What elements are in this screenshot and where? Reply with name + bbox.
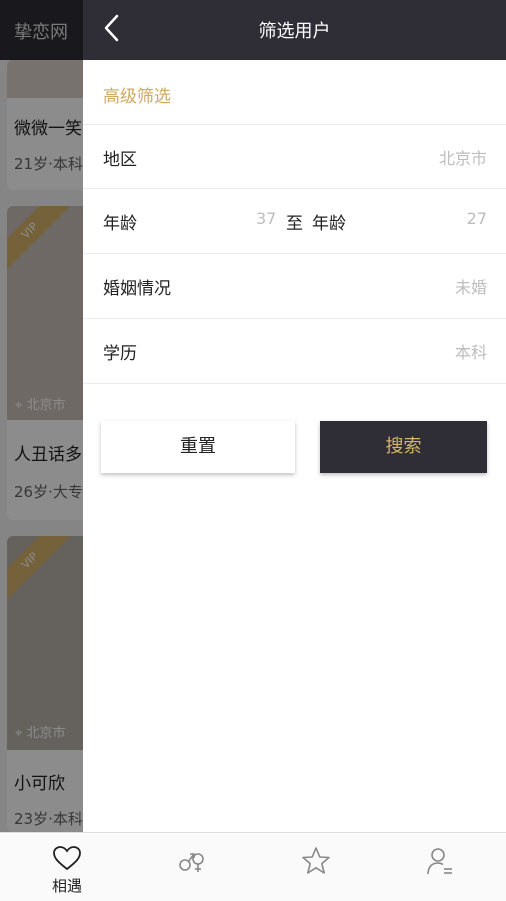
- section-title: 高级筛选: [103, 87, 171, 107]
- region-value[interactable]: 北京市: [439, 145, 487, 169]
- education-row[interactable]: 学历 本科: [83, 318, 506, 384]
- education-value[interactable]: 本科: [455, 339, 487, 363]
- tab-favorites[interactable]: [252, 833, 378, 901]
- age-min-value[interactable]: 37: [256, 209, 276, 228]
- page-title: 筛选用户: [258, 21, 331, 42]
- gender-match-icon: [179, 853, 204, 872]
- reset-button[interactable]: 重置: [101, 421, 295, 473]
- tab-match[interactable]: [128, 833, 254, 901]
- heart-icon: [53, 846, 81, 871]
- age-max-value[interactable]: 27: [467, 209, 487, 228]
- region-label: 地区: [103, 150, 137, 170]
- star-icon: [302, 847, 330, 874]
- marital-label: 婚姻情况: [103, 279, 171, 299]
- search-button[interactable]: 搜索: [320, 421, 487, 473]
- region-row[interactable]: 地区 北京市: [83, 124, 506, 189]
- marital-row[interactable]: 婚姻情况 未婚: [83, 253, 506, 318]
- drawer-header: 筛选用户: [83, 0, 506, 60]
- bottom-tab-bar: 相遇: [0, 832, 506, 901]
- age-label-2: 年龄: [312, 214, 346, 234]
- user-icon: [427, 848, 452, 875]
- tab-label: 相遇: [51, 877, 82, 895]
- marital-value[interactable]: 未婚: [455, 274, 487, 298]
- tab-profile[interactable]: [376, 833, 502, 901]
- age-label: 年龄: [103, 214, 137, 234]
- education-label: 学历: [103, 344, 137, 364]
- tab-meet[interactable]: 相遇: [4, 833, 130, 901]
- age-row: 年龄 37 至 年龄 27: [83, 188, 506, 253]
- filter-drawer: 筛选用户 高级筛选 地区 北京市 年龄 37 至 年龄 27 婚姻情况 未婚 学…: [83, 0, 506, 832]
- age-separator: 至: [286, 214, 303, 234]
